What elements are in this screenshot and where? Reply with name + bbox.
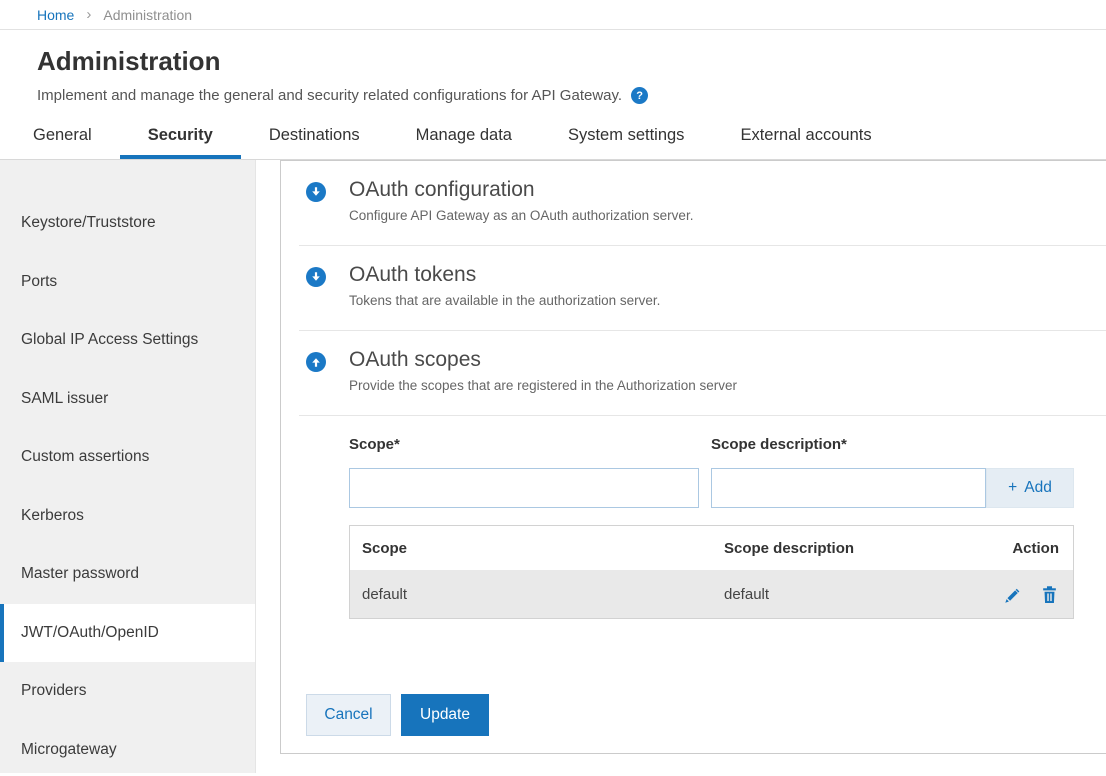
scope-label: Scope* [349, 436, 699, 454]
column-header-action: Action [943, 540, 1073, 557]
content-panel: OAuth configuration Configure API Gatewa… [280, 160, 1106, 754]
edit-icon[interactable] [1001, 585, 1020, 604]
sidebar-item-jwt-oauth-openid[interactable]: JWT/OAuth/OpenID [0, 604, 255, 663]
column-header-scope: Scope [350, 540, 712, 557]
sidebar-item-master-password[interactable]: Master password [0, 545, 255, 604]
section-description: Tokens that are available in the authori… [349, 292, 660, 310]
administration-page: Home › Administration Administration Imp… [0, 0, 1106, 776]
section-oauth-scopes: OAuth scopes Provide the scopes that are… [281, 331, 1106, 415]
tab-security[interactable]: Security [120, 117, 241, 159]
table-row: default default [350, 570, 1073, 618]
sidebar-item-custom-assertions[interactable]: Custom assertions [0, 428, 255, 487]
add-scope-button[interactable]: +Add [986, 468, 1074, 508]
sidebar-item-providers[interactable]: Providers [0, 662, 255, 721]
expand-arrow-down-circle-icon[interactable] [306, 182, 326, 202]
cancel-button[interactable]: Cancel [306, 694, 391, 736]
cell-scope-description: default [712, 586, 943, 603]
cell-scope: default [350, 586, 712, 603]
sidebar: Keystore/Truststore Ports Global IP Acce… [0, 160, 256, 773]
tab-manage-data[interactable]: Manage data [388, 117, 540, 159]
collapse-arrow-up-circle-icon[interactable] [306, 352, 326, 372]
sidebar-item-global-ip-access-settings[interactable]: Global IP Access Settings [0, 311, 255, 370]
breadcrumb-home-link[interactable]: Home [37, 7, 74, 23]
scopes-table: Scope Scope description Action default d… [349, 525, 1074, 619]
page-header: Administration Implement and manage the … [0, 30, 1106, 104]
scope-description-input[interactable] [711, 468, 986, 508]
section-oauth-configuration: OAuth configuration Configure API Gatewa… [281, 161, 1106, 245]
update-button[interactable]: Update [401, 694, 489, 736]
delete-icon[interactable] [1040, 585, 1059, 604]
sidebar-item-keystore-truststore[interactable]: Keystore/Truststore [0, 194, 255, 253]
section-title: OAuth configuration [349, 177, 693, 202]
section-description: Provide the scopes that are registered i… [349, 377, 737, 395]
oauth-scopes-body: Scope* Scope description* +Add Scope [349, 416, 1074, 619]
section-oauth-tokens: OAuth tokens Tokens that are available i… [281, 246, 1106, 330]
breadcrumb: Home › Administration [0, 0, 1106, 30]
tab-external-accounts[interactable]: External accounts [712, 117, 899, 159]
scope-input[interactable] [349, 468, 699, 508]
footer-actions: Cancel Update [306, 694, 1106, 756]
section-title: OAuth tokens [349, 262, 660, 287]
column-header-scope-description: Scope description [712, 540, 943, 557]
tab-general[interactable]: General [5, 117, 120, 159]
page-title: Administration [37, 46, 1106, 77]
scope-form: Scope* Scope description* +Add [349, 436, 1074, 508]
sidebar-item-saml-issuer[interactable]: SAML issuer [0, 370, 255, 429]
section-title: OAuth scopes [349, 347, 737, 372]
tab-destinations[interactable]: Destinations [241, 117, 388, 159]
page-subtitle: Implement and manage the general and sec… [37, 87, 622, 104]
scope-description-label: Scope description* [711, 436, 1074, 454]
breadcrumb-separator-icon: › [86, 6, 91, 23]
expand-arrow-down-circle-icon[interactable] [306, 267, 326, 287]
help-icon[interactable]: ? [631, 87, 648, 104]
tab-bar: General Security Destinations Manage dat… [0, 117, 1106, 160]
section-description: Configure API Gateway as an OAuth author… [349, 207, 693, 225]
tab-system-settings[interactable]: System settings [540, 117, 712, 159]
sidebar-item-kerberos[interactable]: Kerberos [0, 487, 255, 546]
sidebar-item-ports[interactable]: Ports [0, 253, 255, 312]
table-header-row: Scope Scope description Action [350, 526, 1073, 570]
breadcrumb-current: Administration [103, 7, 192, 23]
sidebar-item-microgateway[interactable]: Microgateway [0, 721, 255, 776]
plus-icon: + [1008, 479, 1017, 497]
